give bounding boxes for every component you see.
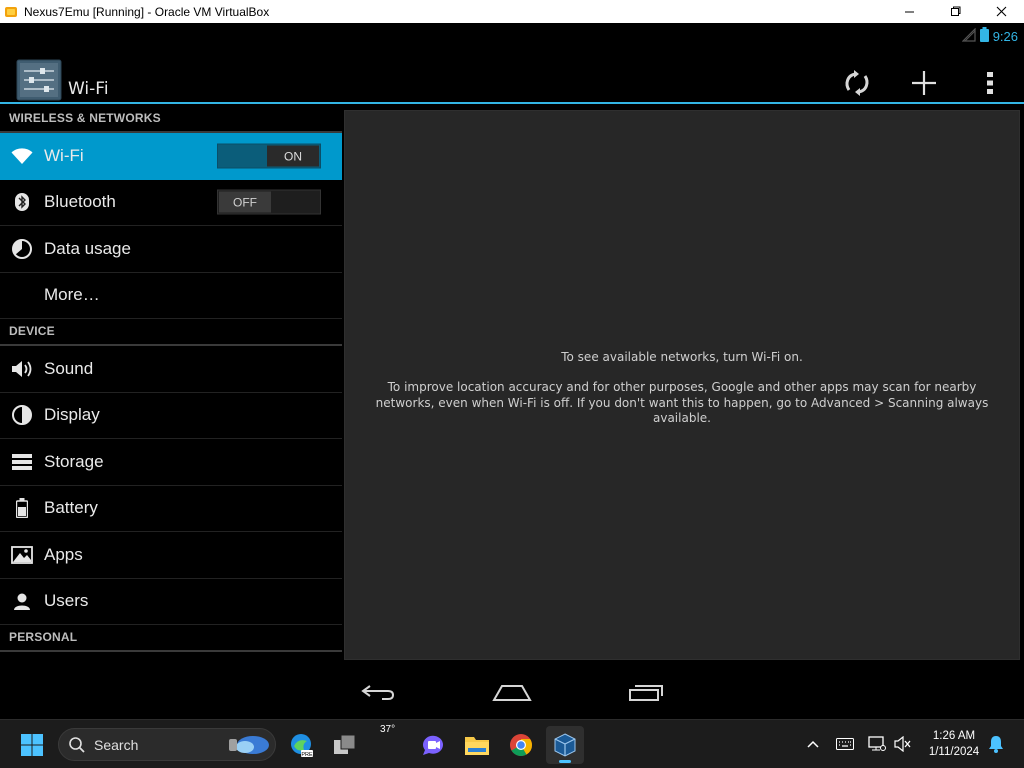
meet-chat-icon[interactable]	[414, 726, 452, 764]
search-label: Search	[94, 736, 139, 753]
clock-time: 1:26 AM	[932, 730, 976, 742]
file-explorer-icon[interactable]	[458, 726, 496, 764]
sound-icon	[0, 360, 44, 378]
settings-app-icon[interactable]	[16, 59, 62, 101]
settings-item-storage[interactable]: Storage	[0, 439, 342, 486]
close-icon[interactable]	[978, 0, 1024, 23]
settings-item-label: Wi-Fi	[44, 146, 84, 166]
window-title: Nexus7Emu [Running] - Oracle VM VirtualB…	[24, 4, 270, 19]
status-time: 9:26	[992, 29, 1018, 44]
wps-icon[interactable]	[837, 63, 877, 103]
windows-logo-icon	[21, 734, 43, 756]
settings-item-label: More…	[44, 285, 100, 305]
volume-muted-icon[interactable]	[893, 734, 913, 754]
settings-list[interactable]: WIRELESS & NETWORKS Wi-Fi ON Bluetooth O…	[0, 106, 342, 664]
data-usage-icon	[0, 238, 44, 259]
settings-item-label: Battery	[44, 498, 98, 518]
settings-item-sound[interactable]: Sound	[0, 346, 342, 393]
taskbar-clock[interactable]: 1:26 AM 1/11/2024	[918, 728, 990, 760]
action-bar-divider	[0, 102, 1024, 104]
weather-moon-icon	[380, 740, 399, 758]
settings-item-label: Users	[44, 591, 89, 611]
chevron-up-icon[interactable]	[803, 734, 823, 754]
apps-icon	[0, 545, 44, 564]
recents-icon[interactable]	[616, 671, 676, 713]
settings-item-bluetooth[interactable]: Bluetooth OFF	[0, 180, 342, 226]
users-icon	[0, 592, 44, 611]
android-nav-bar	[0, 663, 1024, 719]
settings-item-apps[interactable]: Apps	[0, 532, 342, 579]
action-bar-title: Wi-Fi	[68, 79, 109, 99]
search-highlight-icon	[229, 736, 269, 754]
toggle-state: OFF	[219, 191, 271, 213]
task-view-icon[interactable]	[326, 726, 364, 764]
settings-item-label: Sound	[44, 358, 94, 378]
section-header-device: DEVICE	[0, 319, 342, 346]
storage-icon	[0, 453, 44, 470]
overflow-menu-icon[interactable]	[970, 63, 1010, 103]
edge-dev-icon[interactable]: PRE	[282, 726, 320, 764]
window-titlebar: Nexus7Emu [Running] - Oracle VM VirtualB…	[0, 0, 1024, 23]
settings-item-data-usage[interactable]: Data usage	[0, 226, 342, 273]
settings-item-display[interactable]: Display	[0, 393, 342, 439]
settings-item-label: Storage	[44, 451, 104, 471]
start-button[interactable]	[13, 726, 51, 764]
network-icon[interactable]	[867, 734, 887, 754]
back-icon[interactable]	[348, 671, 408, 713]
svg-text:PRE: PRE	[301, 752, 313, 758]
virtualbox-app-icon	[4, 5, 18, 19]
weather-temperature: 37°	[380, 724, 396, 735]
section-header-personal: PERSONAL	[0, 625, 342, 652]
settings-item-wifi[interactable]: Wi-Fi ON	[0, 133, 342, 180]
settings-item-label: Display	[44, 405, 100, 425]
settings-item-label: Data usage	[44, 238, 131, 258]
virtualbox-taskbar-icon[interactable]	[546, 726, 584, 764]
wifi-icon	[0, 148, 44, 165]
maximize-icon[interactable]	[932, 0, 978, 23]
taskbar-search-box[interactable]: Search	[58, 728, 276, 761]
wifi-off-message: To see available networks, turn Wi-Fi on…	[561, 350, 803, 364]
android-screen: 9:26 Wi-Fi WIRELESS & NETWORKS Wi-Fi ON …	[0, 23, 1024, 719]
settings-item-battery[interactable]: Battery	[0, 486, 342, 532]
notification-bell-icon[interactable]	[986, 734, 1006, 754]
action-bar: Wi-Fi	[0, 47, 1024, 103]
wifi-toggle[interactable]: ON	[217, 143, 321, 169]
settings-item-users[interactable]: Users	[0, 579, 342, 625]
settings-item-label: Apps	[44, 544, 83, 564]
home-icon[interactable]	[482, 671, 542, 713]
bluetooth-toggle[interactable]: OFF	[217, 189, 321, 215]
keyboard-icon[interactable]	[835, 734, 855, 754]
bluetooth-icon	[0, 193, 44, 212]
status-bar: 9:26	[0, 23, 1024, 47]
scanning-info-message: To improve location accuracy and for oth…	[375, 380, 989, 425]
weather-widget[interactable]: 37°	[371, 724, 409, 764]
search-icon	[69, 736, 85, 753]
display-icon	[0, 405, 44, 426]
battery-icon	[979, 27, 989, 46]
wifi-detail-pane: To see available networks, turn Wi-Fi on…	[344, 110, 1020, 660]
minimize-icon[interactable]	[886, 0, 932, 23]
chrome-icon[interactable]	[502, 726, 540, 764]
clock-date: 1/11/2024	[928, 746, 980, 758]
settings-item-label: Bluetooth	[44, 192, 116, 212]
battery-icon	[0, 498, 44, 519]
toggle-state: ON	[267, 145, 319, 167]
section-header-wireless: WIRELESS & NETWORKS	[0, 106, 342, 133]
signal-icon	[961, 27, 976, 46]
settings-item-more[interactable]: More…	[0, 273, 342, 319]
windows-taskbar: Search PRE 37° 1:26 AM 1/11/2024	[0, 719, 1024, 768]
add-network-icon[interactable]	[904, 63, 944, 103]
